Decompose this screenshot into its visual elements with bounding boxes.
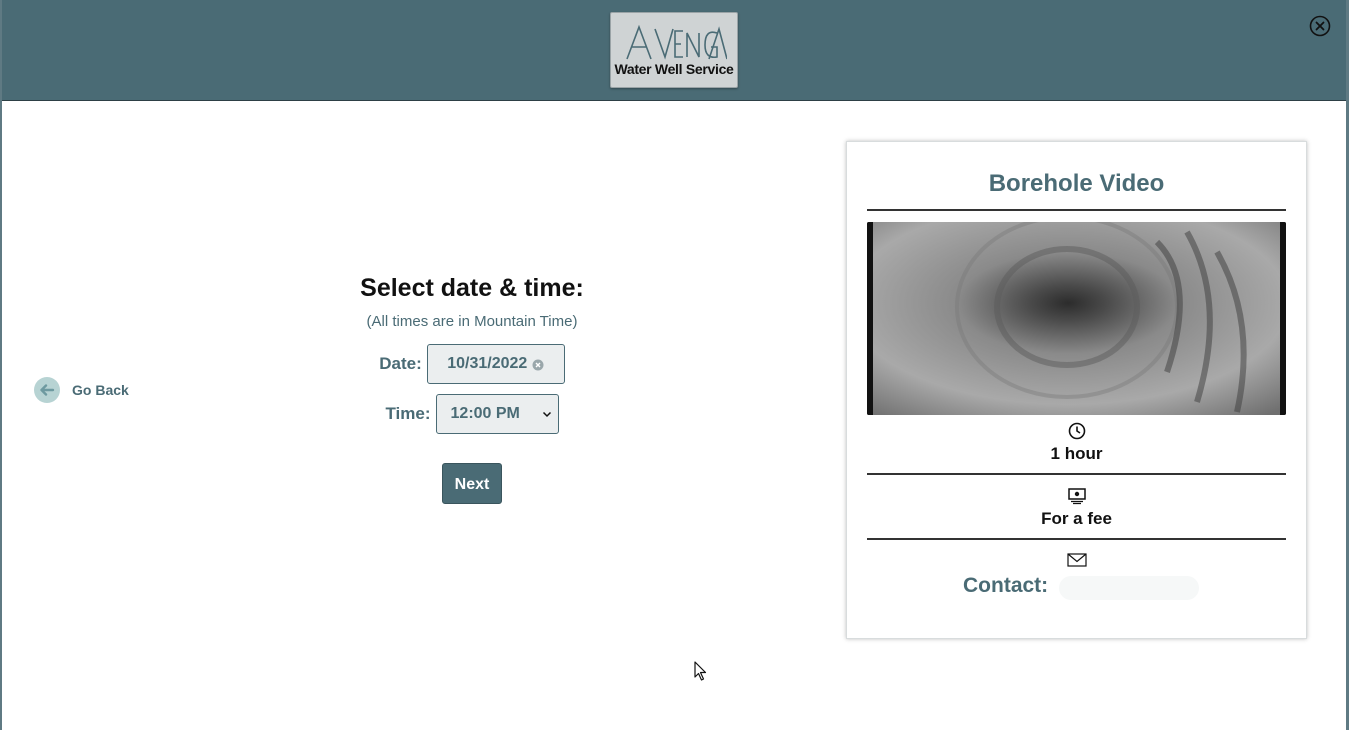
arrow-left-icon bbox=[40, 384, 55, 396]
close-button[interactable] bbox=[1309, 15, 1331, 37]
mouse-cursor-icon bbox=[694, 661, 707, 681]
contact-label: Contact: bbox=[963, 574, 1049, 597]
date-input[interactable]: 10/31/2022 bbox=[426, 344, 565, 384]
logo-text: Water Well Service bbox=[614, 61, 734, 77]
date-label: Date: bbox=[379, 354, 422, 373]
date-value: 10/31/2022 bbox=[447, 355, 528, 372]
go-back-label: Go Back bbox=[72, 382, 129, 398]
price-text: For a fee bbox=[1041, 509, 1112, 528]
go-back-circle bbox=[34, 377, 60, 403]
divider bbox=[867, 473, 1286, 475]
service-card: Borehole Video 1 hour For a fee Contact: bbox=[846, 141, 1307, 639]
chevron-down-icon bbox=[542, 411, 551, 418]
borehole-video-image bbox=[867, 222, 1286, 415]
form-title: Select date & time: bbox=[360, 274, 584, 302]
next-button[interactable]: Next bbox=[442, 463, 502, 504]
date-time-form: Select date & time: (All times are in Mo… bbox=[302, 270, 642, 504]
modal-header: Water Well Service bbox=[2, 0, 1346, 101]
date-row: Date: 10/31/2022 bbox=[302, 344, 642, 384]
company-logo: Water Well Service bbox=[610, 12, 738, 88]
timezone-note: (All times are in Mountain Time) bbox=[366, 313, 578, 330]
time-row: Time: 12:00 PM bbox=[302, 394, 642, 434]
service-title: Borehole Video bbox=[988, 170, 1165, 197]
divider bbox=[867, 209, 1286, 211]
money-icon bbox=[847, 487, 1306, 510]
time-value: 12:00 PM bbox=[450, 405, 520, 422]
go-back-button[interactable]: Go Back bbox=[34, 377, 129, 403]
logo-mark bbox=[626, 24, 727, 60]
booking-modal: Water Well Service Go Back Select date &… bbox=[2, 0, 1346, 730]
contact-value bbox=[1059, 576, 1199, 600]
divider bbox=[867, 538, 1286, 540]
time-label: Time: bbox=[385, 404, 431, 423]
envelope-icon bbox=[847, 552, 1306, 573]
close-circle-icon bbox=[1309, 15, 1331, 37]
time-select[interactable]: 12:00 PM bbox=[435, 394, 559, 434]
clock-icon bbox=[847, 422, 1306, 445]
duration-text: 1 hour bbox=[1050, 444, 1103, 463]
clear-date-icon[interactable] bbox=[532, 358, 544, 371]
